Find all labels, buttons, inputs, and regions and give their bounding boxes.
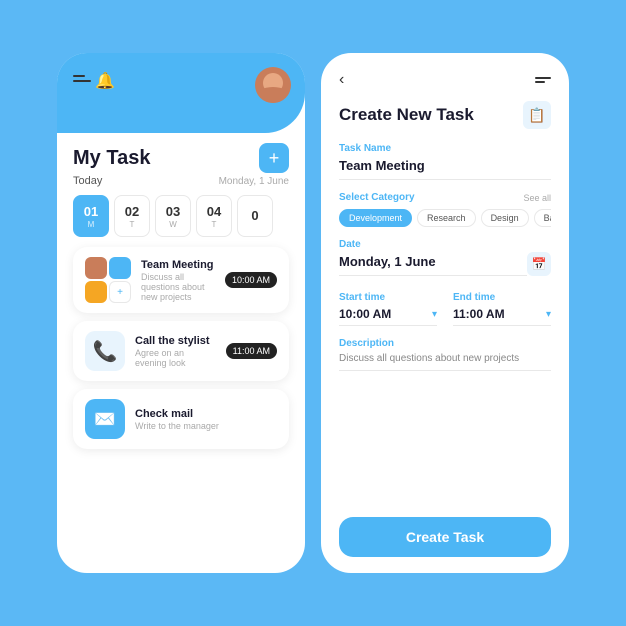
task-title: Call the stylist [135,335,216,347]
left-header: 🔔 [57,53,305,133]
date-number: 02 [125,204,139,219]
date-strip: 01 M 02 T 03 W 04 T 0 [73,195,289,237]
right-phone: ‹ Create New Task 📋 Task Name Team Meeti… [321,53,569,573]
category-design[interactable]: Design [481,209,529,227]
mail-icon: ✉️ [94,409,116,430]
category-label: Select Category [339,192,415,203]
avatar-2 [109,257,131,279]
task-info: Check mail Write to the manager [135,408,277,431]
left-content: My Task + Today Monday, 1 June 01 M 02 T… [57,133,305,573]
task-title: Team Meeting [141,259,215,271]
end-time-value: 11:00 AM [453,307,542,321]
bell-icon[interactable]: 🔔 [95,71,115,91]
avatar-3 [85,281,107,303]
category-development[interactable]: Development [339,209,412,227]
add-task-button[interactable]: + [259,143,289,173]
date-number: 01 [84,204,98,219]
category-pills: Development Research Design Backend [339,209,551,227]
back-button[interactable]: ‹ [339,71,344,89]
task-name-value: Team Meeting [339,158,551,180]
menu-icon[interactable] [535,77,551,83]
phone-icon: 📞 [93,339,118,364]
date-number: 03 [166,204,180,219]
day-letter: T [130,220,135,229]
task-desc: Write to the manager [135,421,277,431]
date-value: Monday, 1 June [339,254,527,276]
time-row: Start time 10:00 AM ▾ End time 11:00 AM … [339,292,551,326]
category-row: Select Category See all [339,192,551,203]
task-time-badge: 11:00 AM [226,343,277,359]
task-card-check-mail[interactable]: ✉️ Check mail Write to the manager [73,389,289,449]
create-task-button[interactable]: Create Task [339,517,551,557]
create-task-header: Create New Task 📋 [339,101,551,129]
date-label: Date [339,239,527,250]
end-time-value-row: 11:00 AM ▾ [453,307,551,326]
task-title: Check mail [135,408,277,420]
end-time-block: End time 11:00 AM ▾ [453,292,551,326]
task-icon-mail: ✉️ [85,399,125,439]
task-desc: Discuss all questions about new projects [141,272,215,302]
date-pill-03[interactable]: 03 W [155,195,191,237]
date-row: Date Monday, 1 June 📅 [339,239,551,288]
date-number: 04 [207,204,221,219]
clipboard-icon: 📋 [523,101,551,129]
date-pill-05[interactable]: 0 [237,195,273,237]
task-icon-phone: 📞 [85,331,125,371]
avatar-1 [85,257,107,279]
calendar-icon[interactable]: 📅 [527,252,551,276]
description-value: Discuss all questions about new projects [339,353,551,371]
task-card-team-meeting[interactable]: + Team Meeting Discuss all questions abo… [73,247,289,313]
start-time-block: Start time 10:00 AM ▾ [339,292,437,326]
page-title: My Task [73,147,150,170]
date-pill-04[interactable]: 04 T [196,195,232,237]
start-time-value: 10:00 AM [339,307,428,321]
category-research[interactable]: Research [417,209,476,227]
current-date: Monday, 1 June [219,176,289,187]
task-name-label: Task Name [339,143,551,154]
date-pill-01[interactable]: 01 M [73,195,109,237]
day-letter: T [212,220,217,229]
task-info: Team Meeting Discuss all questions about… [141,259,215,302]
avatar[interactable] [255,67,291,103]
end-time-label: End time [453,292,551,303]
chevron-down-icon[interactable]: ▾ [432,309,437,320]
add-avatar[interactable]: + [109,281,131,303]
day-letter: M [88,220,95,229]
task-desc: Agree on an evening look [135,348,216,368]
start-time-label: Start time [339,292,437,303]
see-all-link[interactable]: See all [523,193,551,203]
task-time-badge: 10:00 AM [225,272,277,288]
task-info: Call the stylist Agree on an evening loo… [135,335,216,368]
day-letter: W [169,220,177,229]
today-label: Today [73,175,102,187]
date-number: 0 [251,208,258,223]
date-pill-02[interactable]: 02 T [114,195,150,237]
chevron-down-icon[interactable]: ▾ [546,309,551,320]
category-backend[interactable]: Backend [534,209,551,227]
right-top-bar: ‹ [339,71,551,89]
create-task-title: Create New Task [339,105,474,125]
task-card-call-stylist[interactable]: 📞 Call the stylist Agree on an evening l… [73,321,289,381]
description-label: Description [339,338,551,349]
task-avatars: + [85,257,131,303]
start-time-value-row: 10:00 AM ▾ [339,307,437,326]
app-container: 🔔 My Task + Today Monday, 1 June 01 M 02… [37,33,589,593]
left-phone: 🔔 My Task + Today Monday, 1 June 01 M 02… [57,53,305,573]
hamburger-menu[interactable] [73,75,91,82]
